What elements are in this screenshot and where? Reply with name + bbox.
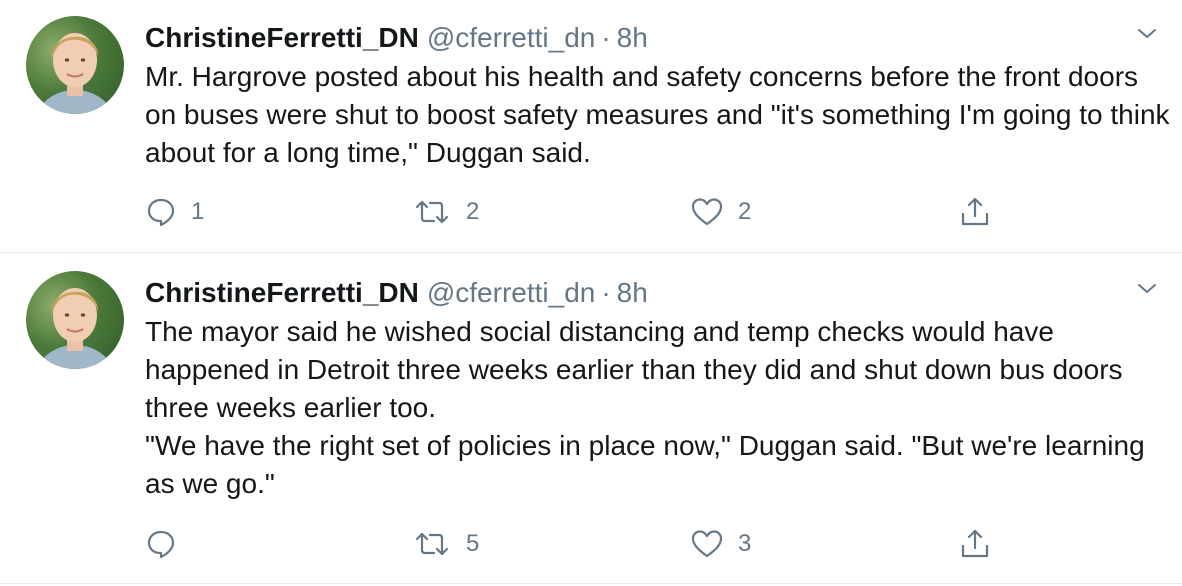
tweet-actions: 1 2 2 <box>0 194 1182 230</box>
timestamp[interactable]: 8h <box>617 277 648 308</box>
share-button[interactable] <box>958 194 992 230</box>
retweet-icon <box>412 528 452 560</box>
retweet-count: 5 <box>466 530 480 557</box>
tweet-text: The mayor said he wished social distanci… <box>145 316 1145 499</box>
reply-button[interactable] <box>145 526 191 562</box>
retweet-button[interactable]: 2 <box>412 194 479 230</box>
share-icon <box>958 527 992 561</box>
tweet-actions: 5 3 <box>0 526 1182 562</box>
avatar[interactable] <box>26 16 124 114</box>
separator-dot: · <box>601 277 611 308</box>
timestamp[interactable]: 8h <box>617 22 648 53</box>
avatar[interactable] <box>26 271 124 369</box>
like-count: 3 <box>738 530 752 557</box>
tweet-feed: ChristineFerretti_DN @cferretti_dn · 8h Mr.… <box>0 0 1182 586</box>
display-name[interactable]: ChristineFerretti_DN <box>145 22 419 53</box>
user-handle[interactable]: @cferretti_dn <box>427 22 596 53</box>
share-icon <box>958 195 992 229</box>
like-count: 2 <box>738 198 752 225</box>
like-button[interactable]: 2 <box>690 194 751 230</box>
tweet-text: Mr. Hargrove posted about his health and… <box>145 61 1170 168</box>
heart-icon <box>690 196 724 228</box>
chevron-down-icon[interactable] <box>1135 22 1159 46</box>
reply-count: 1 <box>191 198 205 225</box>
separator-dot: · <box>601 22 611 53</box>
tweet-header: ChristineFerretti_DN @cferretti_dn · 8h <box>145 20 648 56</box>
tweet[interactable]: ChristineFerretti_DN @cferretti_dn · 8h The… <box>0 253 1182 584</box>
reply-icon <box>145 196 177 228</box>
retweet-button[interactable]: 5 <box>412 526 479 562</box>
tweet-header: ChristineFerretti_DN @cferretti_dn · 8h <box>145 275 648 311</box>
chevron-down-icon[interactable] <box>1135 277 1159 301</box>
share-button[interactable] <box>958 526 992 562</box>
display-name[interactable]: ChristineFerretti_DN <box>145 277 419 308</box>
reply-icon <box>145 528 177 560</box>
heart-icon <box>690 528 724 560</box>
tweet[interactable]: ChristineFerretti_DN @cferretti_dn · 8h Mr.… <box>0 0 1182 253</box>
like-button[interactable]: 3 <box>690 526 751 562</box>
retweet-count: 2 <box>466 198 480 225</box>
reply-button[interactable]: 1 <box>145 194 204 230</box>
retweet-icon <box>412 196 452 228</box>
user-handle[interactable]: @cferretti_dn <box>427 277 596 308</box>
